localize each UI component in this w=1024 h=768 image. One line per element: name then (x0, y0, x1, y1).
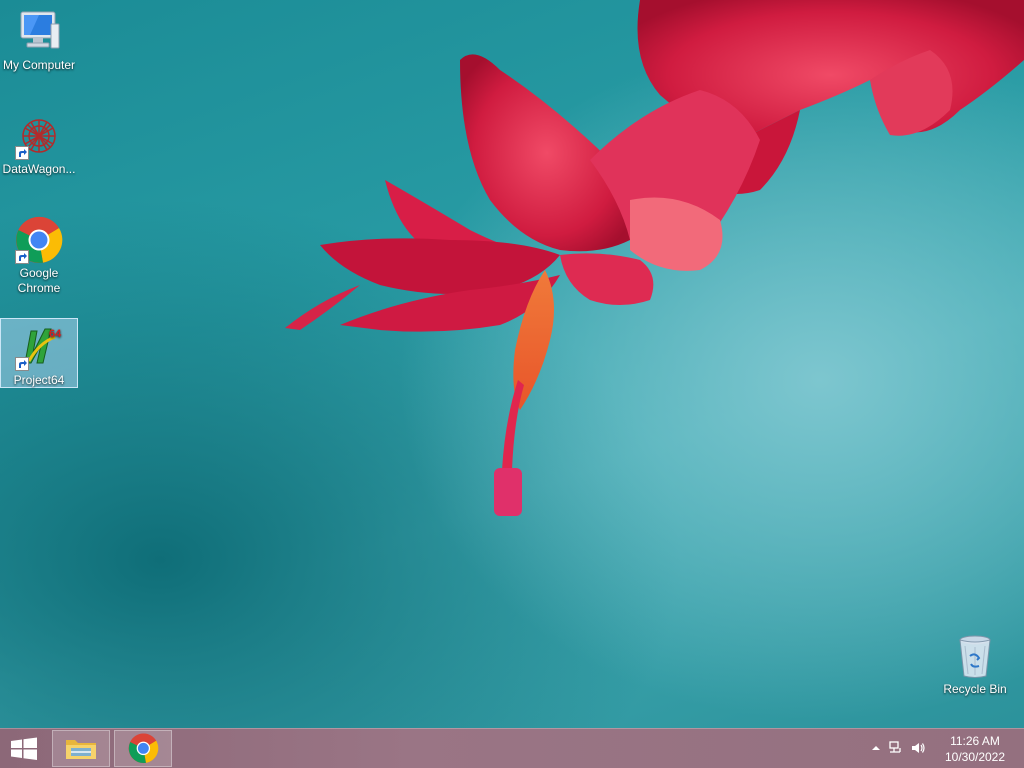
wallpaper-flower-image (285, 0, 1024, 516)
desktop-icon-label: DataWagon... (2, 162, 76, 176)
network-icon (889, 741, 901, 753)
show-hidden-icons-button[interactable] (868, 740, 884, 756)
start-button[interactable] (0, 730, 48, 767)
chevron-up-icon (872, 746, 880, 750)
chrome-icon (15, 216, 63, 264)
computer-icon (15, 8, 63, 56)
desktop-icon-label: My Computer (2, 58, 76, 72)
taskbar-file-explorer-button[interactable] (52, 730, 110, 767)
shortcut-arrow-icon (15, 357, 29, 371)
desktop-icon-label: Google Chrome (17, 266, 61, 295)
desktop[interactable]: My Computer DataWagon... Google Chrome 6… (0, 0, 1024, 768)
project64-icon: 64 (15, 323, 63, 371)
shortcut-arrow-icon (15, 146, 29, 160)
desktop-icon-label: Project64 (13, 373, 65, 387)
system-tray: 11:26 AM 10/30/2022 (864, 729, 1024, 768)
taskbar-chrome-button[interactable] (114, 730, 172, 767)
clock-time: 11:26 AM (950, 734, 1000, 748)
recycle-bin-icon (951, 632, 999, 680)
volume-button[interactable] (910, 740, 926, 756)
network-button[interactable] (888, 740, 904, 756)
clock[interactable]: 11:26 AM 10/30/2022 (938, 733, 1012, 765)
windows-logo-icon (11, 737, 37, 760)
datawagon-icon (15, 112, 63, 160)
desktop-icon-label: Recycle Bin (943, 682, 1007, 696)
svg-text:64: 64 (49, 328, 62, 340)
desktop-icon-my-computer[interactable]: My Computer (0, 4, 78, 80)
folder-icon (66, 740, 96, 759)
taskbar: 11:26 AM 10/30/2022 (0, 728, 1024, 768)
desktop-icon-datawagon[interactable]: DataWagon... (0, 108, 78, 184)
chrome-icon (128, 733, 159, 764)
clock-date: 10/30/2022 (944, 750, 1006, 764)
shortcut-arrow-icon (15, 250, 29, 264)
desktop-icon-google-chrome[interactable]: Google Chrome (0, 212, 78, 302)
desktop-icon-recycle-bin[interactable]: Recycle Bin (936, 628, 1014, 700)
speaker-icon (912, 743, 925, 753)
desktop-icon-project64[interactable]: 64 Project64 (0, 318, 78, 388)
